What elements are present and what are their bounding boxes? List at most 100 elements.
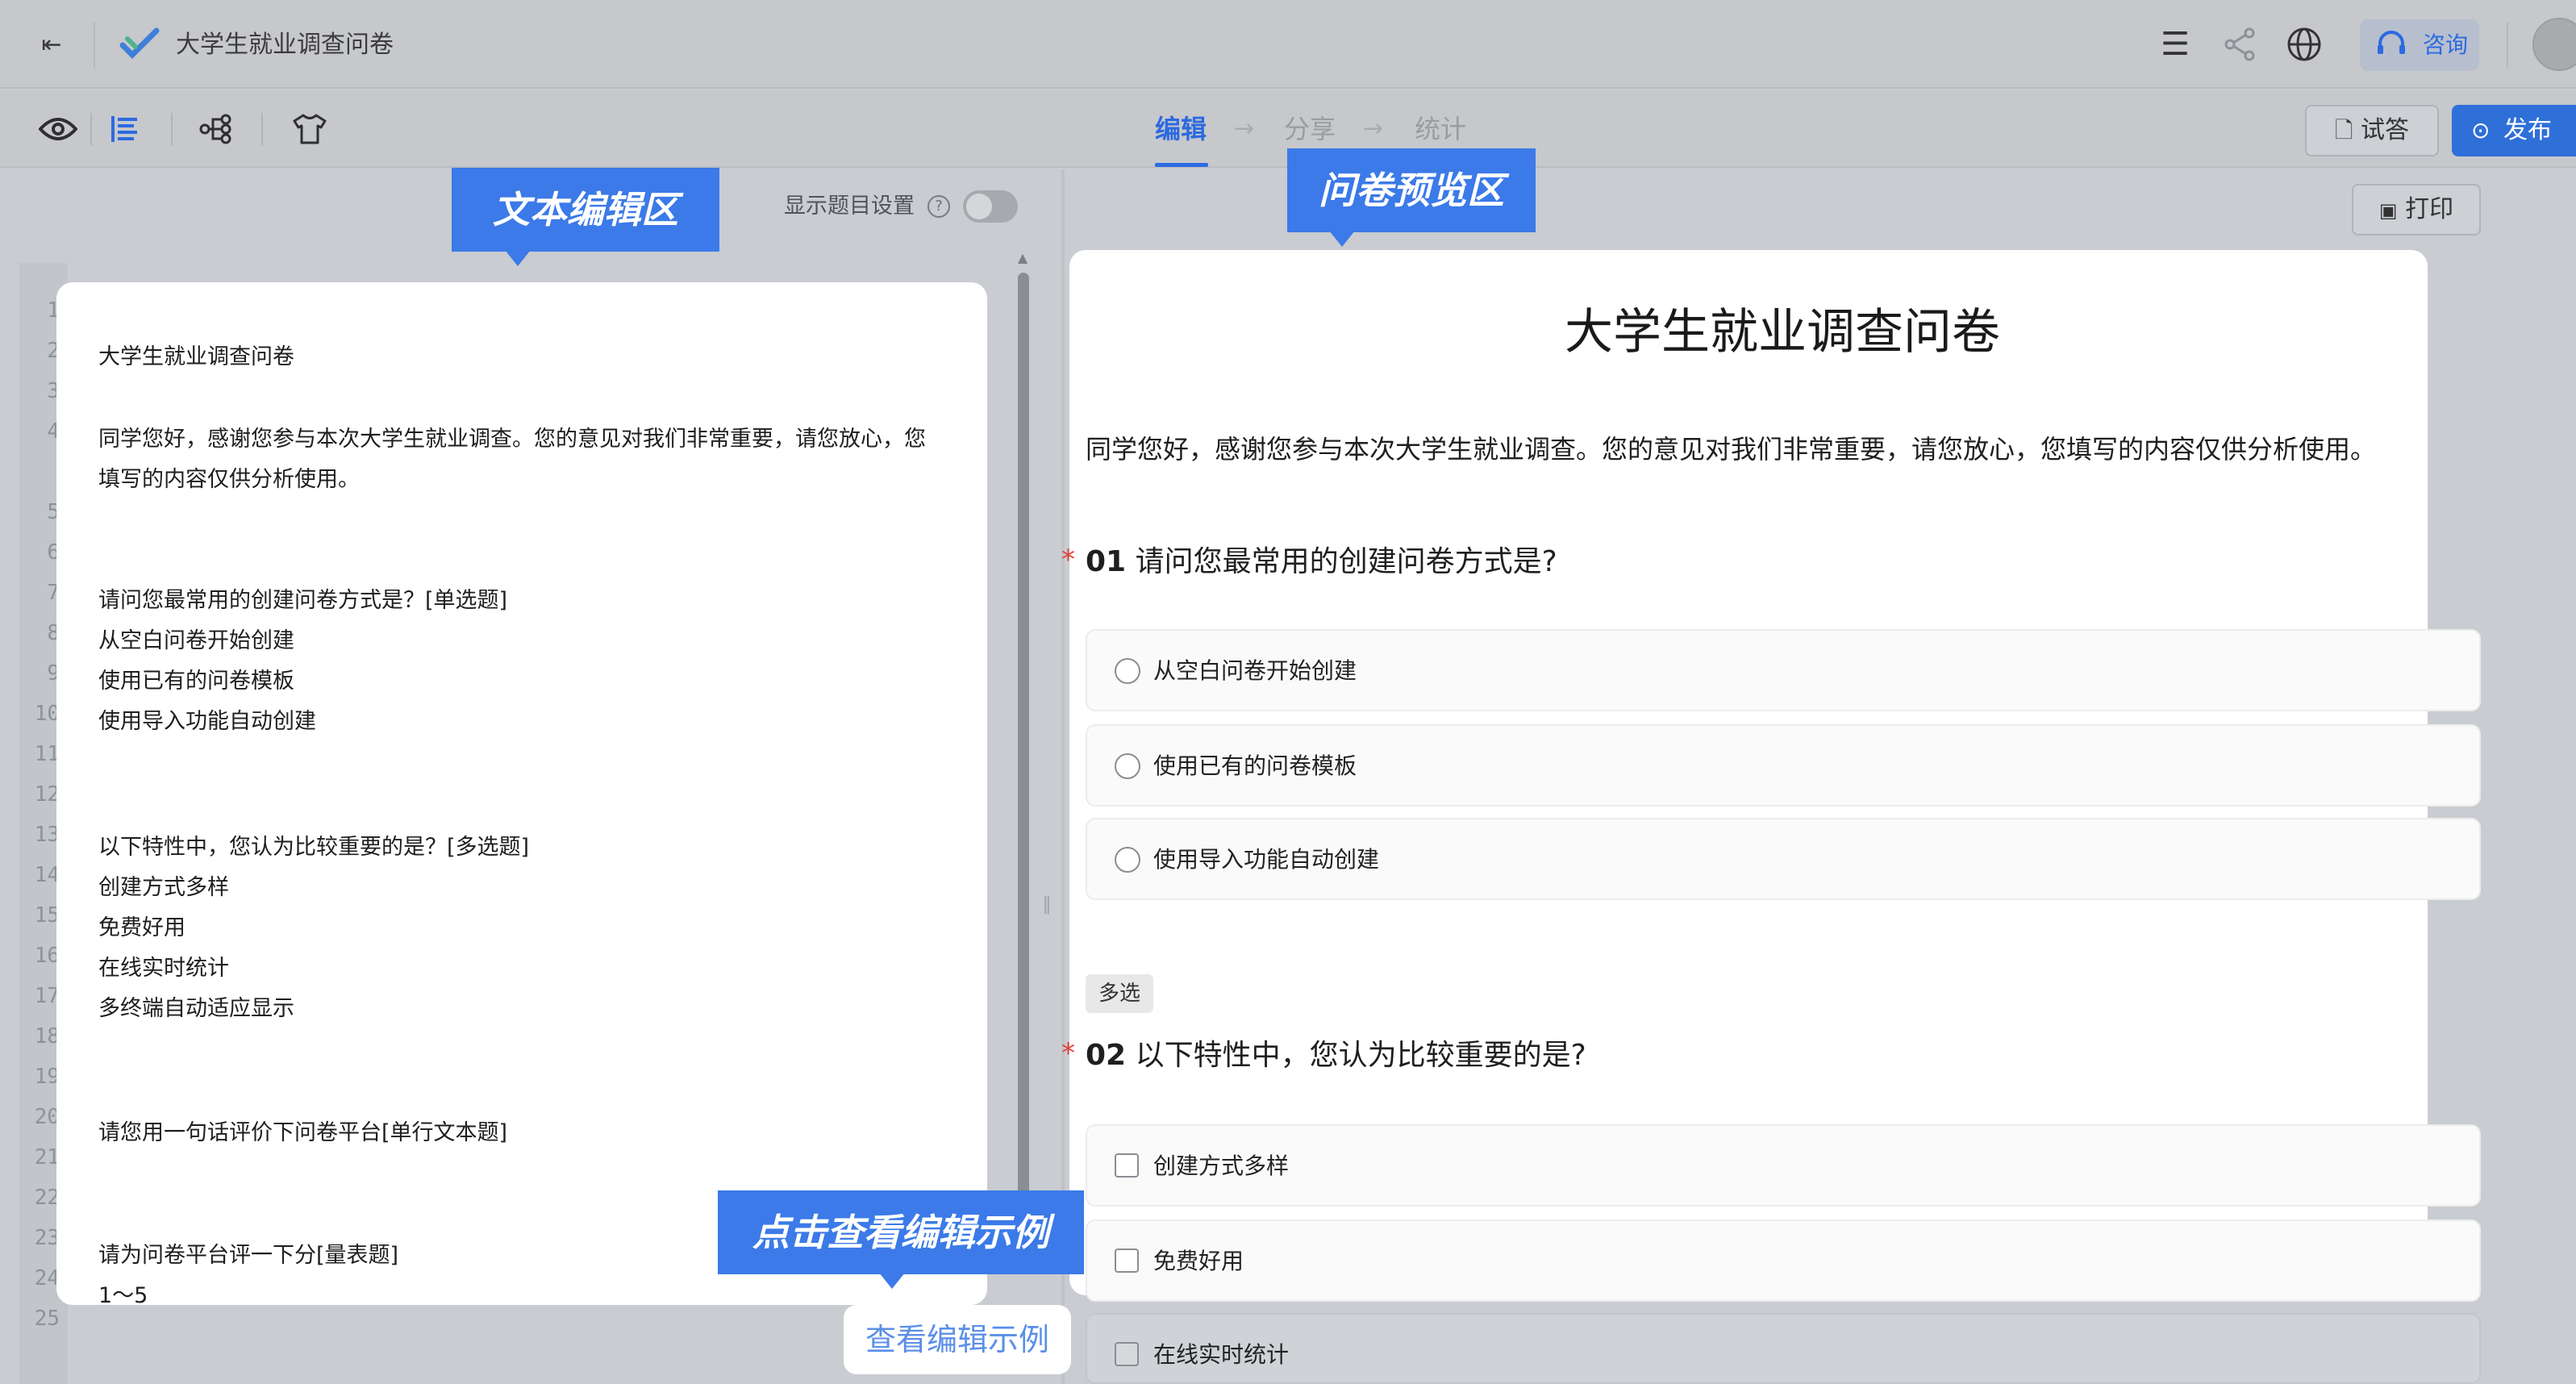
try-answer-button[interactable]: 🗋 试答 xyxy=(2305,105,2439,156)
line-number: 18 xyxy=(34,1024,60,1048)
line-number: 5 xyxy=(47,500,60,524)
divider xyxy=(171,113,173,145)
active-step-indicator xyxy=(1155,163,1208,167)
editor-line: 1～5 xyxy=(98,1283,148,1308)
text-editor[interactable]: 大学生就业调查问卷 同学您好，感谢您参与本次大学生就业调查。您的意见对我们非常重… xyxy=(56,282,987,1308)
line-number: 10 xyxy=(34,702,60,726)
radio-button[interactable] xyxy=(1115,658,1140,684)
editor-scrollbar[interactable] xyxy=(1018,273,1029,1265)
app-title: 大学生就业调查问卷 xyxy=(176,31,394,59)
divider xyxy=(90,113,92,145)
radio-option[interactable]: 从空白问卷开始创建 xyxy=(1086,629,2481,711)
divider xyxy=(261,113,263,145)
try-label: 试答 xyxy=(2361,116,2410,144)
avatar[interactable] xyxy=(2532,18,2576,71)
toggle-knob xyxy=(966,194,992,219)
play-circle-icon: ⊙ xyxy=(2471,117,2491,144)
preview-area-callout: 问卷预览区 xyxy=(1287,148,1536,232)
editor-line: 以下特性中，您认为比较重要的是？[多选题] xyxy=(98,835,530,860)
step-stats[interactable]: 统计 xyxy=(1415,111,1466,147)
editor-line: 使用已有的问卷模板 xyxy=(98,669,294,694)
publish-button[interactable]: ⊙ 发布 xyxy=(2452,105,2576,156)
editor-line: 填写的内容仅供分析使用。 xyxy=(98,467,360,492)
step-edit[interactable]: 编辑 xyxy=(1155,111,1207,147)
radio-option[interactable]: 使用导入功能自动创建 xyxy=(1086,818,2481,900)
line-number: 16 xyxy=(34,944,60,968)
globe-icon[interactable] xyxy=(2284,24,2324,65)
line-number: 7 xyxy=(47,581,60,605)
line-number: 9 xyxy=(47,661,60,686)
callout-pointer xyxy=(505,250,531,266)
multi-select-tag: 多选 xyxy=(1086,974,1153,1013)
survey-intro: 同学您好，感谢您参与本次大学生就业调查。您的意见对我们非常重要，请您放心，您填写… xyxy=(1086,434,2377,465)
question-title: 02 以下特性中，您认为比较重要的是? xyxy=(1086,1036,1586,1076)
arrow-right-icon: → xyxy=(1234,115,1255,143)
option-label: 在线实时统计 xyxy=(1153,1341,1290,1368)
question-text: 以下特性中，您认为比较重要的是? xyxy=(1135,1039,1586,1072)
checkbox-option[interactable]: 在线实时统计 xyxy=(1086,1313,2481,1384)
checkbox-option[interactable]: 创建方式多样 xyxy=(1086,1124,2481,1207)
line-number: 1 xyxy=(47,298,60,323)
checkbox[interactable] xyxy=(1115,1249,1139,1273)
checkbox[interactable] xyxy=(1115,1342,1139,1366)
print-label: 打印 xyxy=(2405,195,2454,223)
scroll-up-icon[interactable]: ▲ xyxy=(1016,250,1029,265)
question-number: 02 xyxy=(1086,1039,1127,1072)
menu-icon[interactable]: ☰ xyxy=(2155,24,2195,65)
line-number: 23 xyxy=(34,1226,60,1250)
callout-pointer xyxy=(879,1273,905,1289)
editor-line: 请您用一句话评价下问卷平台[单行文本题] xyxy=(98,1120,508,1145)
tshirt-icon[interactable] xyxy=(287,106,332,152)
document-icon: 🗋 xyxy=(2334,117,2353,144)
required-star: * xyxy=(1061,1037,1075,1069)
question-title: 01 请问您最常用的创建问卷方式是? xyxy=(1086,542,1557,582)
editor-line: 请问您最常用的创建问卷方式是？[单选题] xyxy=(98,588,508,613)
radio-button[interactable] xyxy=(1115,847,1140,873)
editor-line: 创建方式多样 xyxy=(98,875,229,900)
editor-line: 同学您好，感谢您参与本次大学生就业调查。您的意见对我们非常重要，请您放心，您 xyxy=(98,427,926,452)
show-settings-toggle[interactable] xyxy=(963,190,1018,223)
print-button[interactable]: ▣ 打印 xyxy=(2352,184,2481,236)
radio-option[interactable]: 使用已有的问卷模板 xyxy=(1086,724,2481,807)
option-label: 使用导入功能自动创建 xyxy=(1153,846,1380,873)
radio-button[interactable] xyxy=(1115,753,1140,779)
editor-area-callout: 文本编辑区 xyxy=(452,168,719,252)
exit-icon[interactable]: ⇤ xyxy=(35,29,68,61)
line-number: 6 xyxy=(47,540,60,565)
option-label: 创建方式多样 xyxy=(1153,1153,1290,1179)
click-example-callout: 点击查看编辑示例 xyxy=(718,1190,1084,1274)
help-icon[interactable]: ? xyxy=(927,195,950,218)
line-number: 19 xyxy=(34,1065,60,1089)
survey-title: 大学生就业调查问卷 xyxy=(1565,304,2000,361)
checkbox[interactable] xyxy=(1115,1153,1139,1178)
editor-line: 请为问卷平台评一下分[量表题] xyxy=(98,1243,399,1268)
share-icon[interactable] xyxy=(2220,24,2260,65)
line-number: 14 xyxy=(34,863,60,887)
line-number: 15 xyxy=(34,903,60,928)
line-number: 3 xyxy=(47,379,60,403)
option-label: 从空白问卷开始创建 xyxy=(1153,657,1357,684)
editor-line: 在线实时统计 xyxy=(98,956,229,981)
headset-icon xyxy=(2371,26,2411,66)
list-icon[interactable] xyxy=(102,106,147,152)
editor-line: 大学生就业调查问卷 xyxy=(98,344,294,369)
line-number: 8 xyxy=(47,621,60,645)
editor-line: 免费好用 xyxy=(98,915,185,940)
printer-icon: ▣ xyxy=(2378,199,2398,222)
required-star: * xyxy=(1061,544,1075,576)
line-number: 2 xyxy=(47,339,60,363)
line-number: 17 xyxy=(34,984,60,1008)
view-edit-example-button[interactable]: 查看编辑示例 xyxy=(844,1305,1071,1374)
drag-handle-icon[interactable]: ‖ xyxy=(1042,894,1052,916)
editor-line: 使用导入功能自动创建 xyxy=(98,709,316,734)
line-number: 4 xyxy=(47,419,60,444)
step-share[interactable]: 分享 xyxy=(1284,111,1336,147)
line-number: 20 xyxy=(34,1105,60,1129)
eye-icon[interactable] xyxy=(35,106,81,152)
divider xyxy=(94,23,95,68)
consult-button[interactable]: 咨询 xyxy=(2360,19,2479,71)
flow-icon[interactable] xyxy=(194,106,239,152)
checkbox-option[interactable]: 免费好用 xyxy=(1086,1219,2481,1302)
arrow-right-icon: → xyxy=(1363,115,1384,143)
divider xyxy=(2507,23,2508,68)
